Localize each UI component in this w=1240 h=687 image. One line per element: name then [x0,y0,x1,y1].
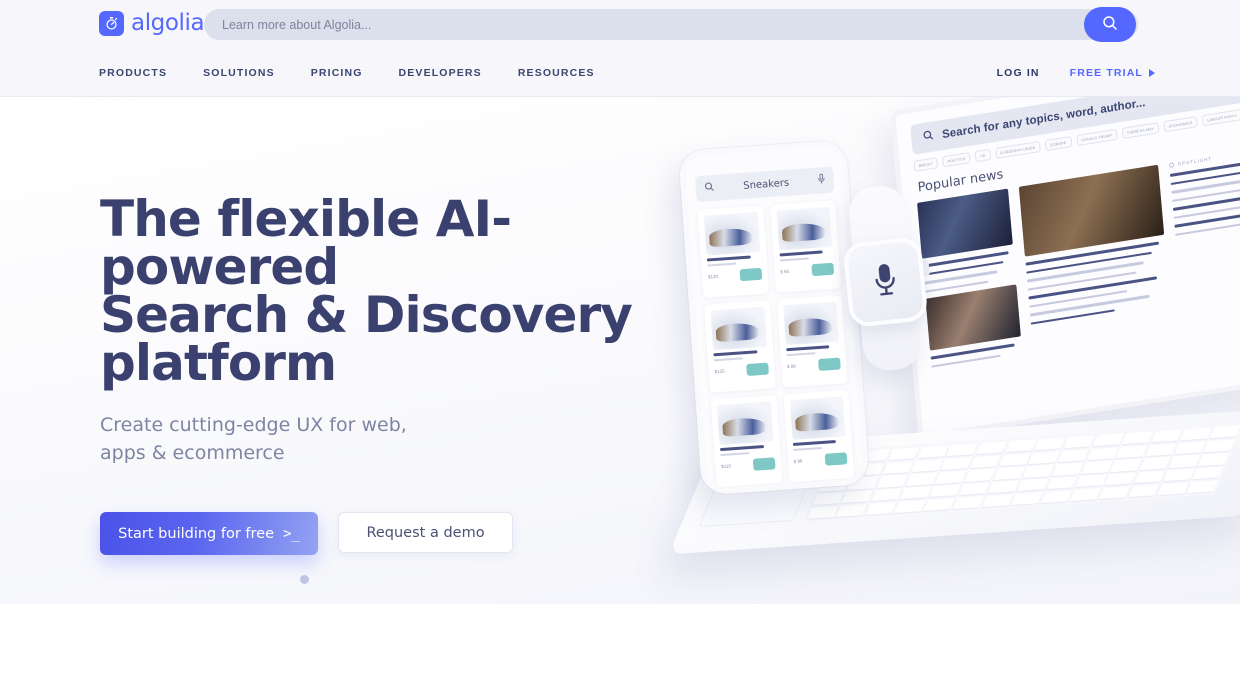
nav-account-links: LOG IN FREE TRIAL [997,67,1155,79]
hero-subheading: Create cutting-edge UX for web, apps & e… [100,411,710,467]
product-card: $120 [697,205,769,298]
chip: UK [974,148,991,163]
sneaker-image [716,401,774,446]
search-submit-button[interactable] [1084,7,1136,42]
microphone-icon [870,261,900,303]
play-triangle-icon [1149,69,1155,77]
chip: POLITICS [942,152,971,168]
chip: EUROPE [1044,135,1072,152]
laptop-screen: Search for any topics, word, author... B… [890,97,1240,441]
algolia-homepage: algolia PRODUCTS SOLUTIONS PRICING DEV [0,0,1240,687]
nav-item-resources[interactable]: RESOURCES [518,67,595,79]
sneaker-image [710,306,767,351]
chip: LABOUR PARTY [1201,109,1240,127]
search-icon [1101,14,1119,35]
free-trial-label: FREE TRIAL [1069,67,1143,79]
request-demo-button[interactable]: Request a demo [338,512,513,553]
nav-item-solutions[interactable]: SOLUTIONS [203,67,275,79]
phone-search-bar: Sneakers [694,166,835,203]
microphone-icon [817,171,826,190]
algolia-logo[interactable]: algolia [99,10,205,36]
chip: THERESA MAY [1121,122,1160,139]
spotlight-label: SPOTLIGHT [1177,156,1213,167]
cart-icon [824,451,848,466]
cart-icon [745,362,769,376]
product-price: $ 89 [786,363,796,370]
hero-cta-row: Start building for free >_ Request a dem… [100,512,710,555]
chip: ECONOMICS [1163,116,1198,133]
nav-item-pricing[interactable]: PRICING [311,67,363,79]
laptop-keyboard [802,422,1240,523]
chip: BREXIT [913,157,939,172]
subhead-line-1: Create cutting-edge UX for web, [100,414,407,436]
spotlight-dot-icon [1168,162,1175,168]
header-top-bar: algolia [0,0,1240,50]
product-price: $ 99 [793,458,803,464]
product-card: $135 [703,300,776,393]
product-card: $110 [710,395,783,488]
product-card: $ 89 [776,295,848,388]
news-column [1018,164,1178,413]
logo-wordmark: algolia [131,10,205,36]
cart-icon [817,356,841,371]
free-trial-link[interactable]: FREE TRIAL [1070,67,1155,79]
start-building-button[interactable]: Start building for free >_ [100,512,318,555]
smartwatch-mockup [830,183,941,373]
subhead-line-2: apps & ecommerce [100,442,285,464]
product-price: $120 [707,273,719,280]
sneaker-image [703,211,760,256]
headline-line-3: platform [100,334,337,392]
search-input[interactable] [222,17,1022,32]
headline-line-1: The flexible AI-powered [100,190,512,296]
cart-icon [739,267,762,281]
product-price: $135 [714,368,725,375]
product-price: $ 95 [780,268,790,275]
chip: EUROPEAN UNION [994,140,1041,160]
phone-search-value: Sneakers [742,177,790,192]
sneaker-image [789,396,846,441]
phone-product-grid: $120 $ 95 $135 $ 89 $110 $ 99 [697,200,855,488]
product-card: $ 99 [782,389,855,483]
search-icon [922,127,935,147]
hero-copy: The flexible AI-powered Search & Discove… [100,194,710,555]
cart-icon [752,456,776,471]
global-search-bar[interactable] [204,9,1138,40]
sneaker-image [782,301,839,346]
login-link[interactable]: LOG IN [997,67,1040,79]
cursor-indicator [300,575,309,584]
nav-item-products[interactable]: PRODUCTS [99,67,167,79]
product-price: $110 [721,463,732,470]
laptop-mockup: Search for any topics, word, author... B… [890,97,1240,441]
hero-section: The flexible AI-powered Search & Discove… [0,97,1240,604]
hero-device-illustration: Search for any topics, word, author... B… [660,97,1240,604]
start-building-label: Start building for free [118,525,274,542]
cart-icon [811,262,835,276]
news-photo [1018,164,1165,257]
news-photo [917,188,1013,259]
nav-item-developers[interactable]: DEVELOPERS [399,67,482,79]
search-icon [703,179,715,198]
chip: DONALD TRUMP [1075,128,1118,147]
sneaker-image [776,206,833,251]
main-navigation: PRODUCTS SOLUTIONS PRICING DEVELOPERS RE… [0,58,1240,96]
terminal-prompt-icon: >_ [283,525,300,542]
news-sidebar: SPOTLIGHT [1168,141,1240,389]
nav-primary-links: PRODUCTS SOLUTIONS PRICING DEVELOPERS RE… [99,67,595,79]
site-header: algolia PRODUCTS SOLUTIONS PRICING DEV [0,0,1240,97]
stopwatch-icon [99,11,124,36]
page-title: The flexible AI-powered Search & Discove… [100,194,710,388]
watch-face [842,236,929,328]
